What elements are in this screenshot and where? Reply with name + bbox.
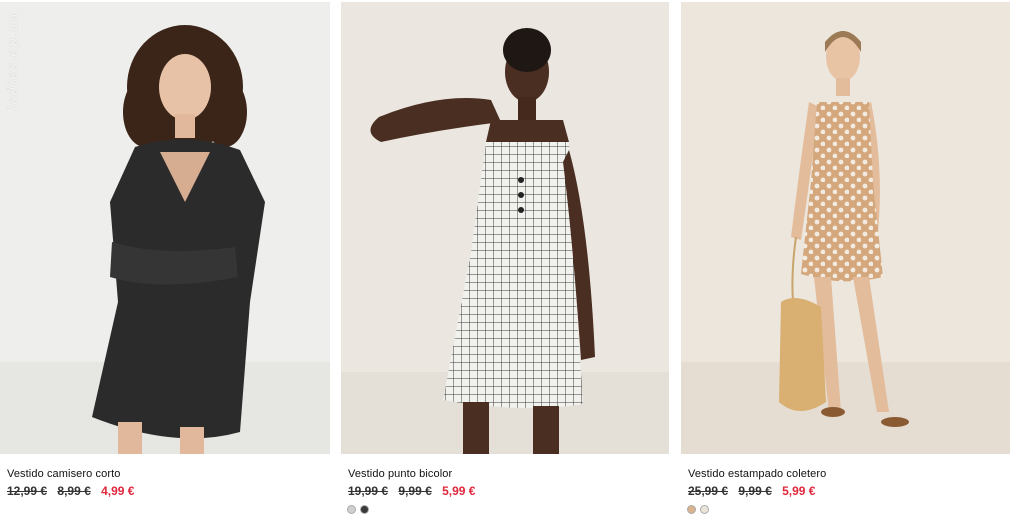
sale-price: 4,99 € (101, 484, 135, 498)
product-prices: 19,99 € 9,99 € 5,99 € (348, 484, 475, 498)
sale-price: 5,99 € (442, 484, 476, 498)
product-prices: 12,99 € 8,99 € 4,99 € (7, 484, 134, 498)
product-image[interactable] (681, 2, 1010, 454)
product-name[interactable]: Vestido estampado coletero (688, 468, 826, 480)
product-card[interactable]: Vestido estampado coletero 25,99 € 9,99 … (681, 2, 1010, 514)
original-price: 19,99 € (348, 484, 389, 498)
product-photo (341, 2, 669, 454)
previous-price: 9,99 € (738, 484, 772, 498)
product-name[interactable]: Vestido punto bicolor (348, 468, 452, 480)
color-swatch-cream[interactable] (700, 505, 709, 514)
product-photo (0, 2, 330, 454)
previous-price: 9,99 € (398, 484, 432, 498)
color-swatch-dark[interactable] (360, 505, 369, 514)
product-prices: 25,99 € 9,99 € 5,99 € (688, 484, 815, 498)
product-card[interactable]: ladies.ep.uu Vestido camisero corto 12,9… (0, 2, 330, 498)
color-swatches (687, 505, 709, 514)
color-swatch-beige[interactable] (687, 505, 696, 514)
original-price: 25,99 € (688, 484, 729, 498)
product-grid: ladies.ep.uu Vestido camisero corto 12,9… (0, 0, 1013, 519)
product-photo (681, 2, 1010, 454)
color-swatch-light[interactable] (347, 505, 356, 514)
color-swatches (347, 505, 369, 514)
product-image[interactable] (341, 2, 669, 454)
product-card[interactable]: Vestido punto bicolor 19,99 € 9,99 € 5,9… (341, 2, 669, 514)
product-image[interactable]: ladies.ep.uu (0, 2, 330, 454)
sale-price: 5,99 € (782, 484, 816, 498)
product-name[interactable]: Vestido camisero corto (7, 468, 120, 480)
original-price: 12,99 € (7, 484, 48, 498)
watermark-text: ladies.ep.uu (5, 12, 21, 110)
previous-price: 8,99 € (57, 484, 91, 498)
